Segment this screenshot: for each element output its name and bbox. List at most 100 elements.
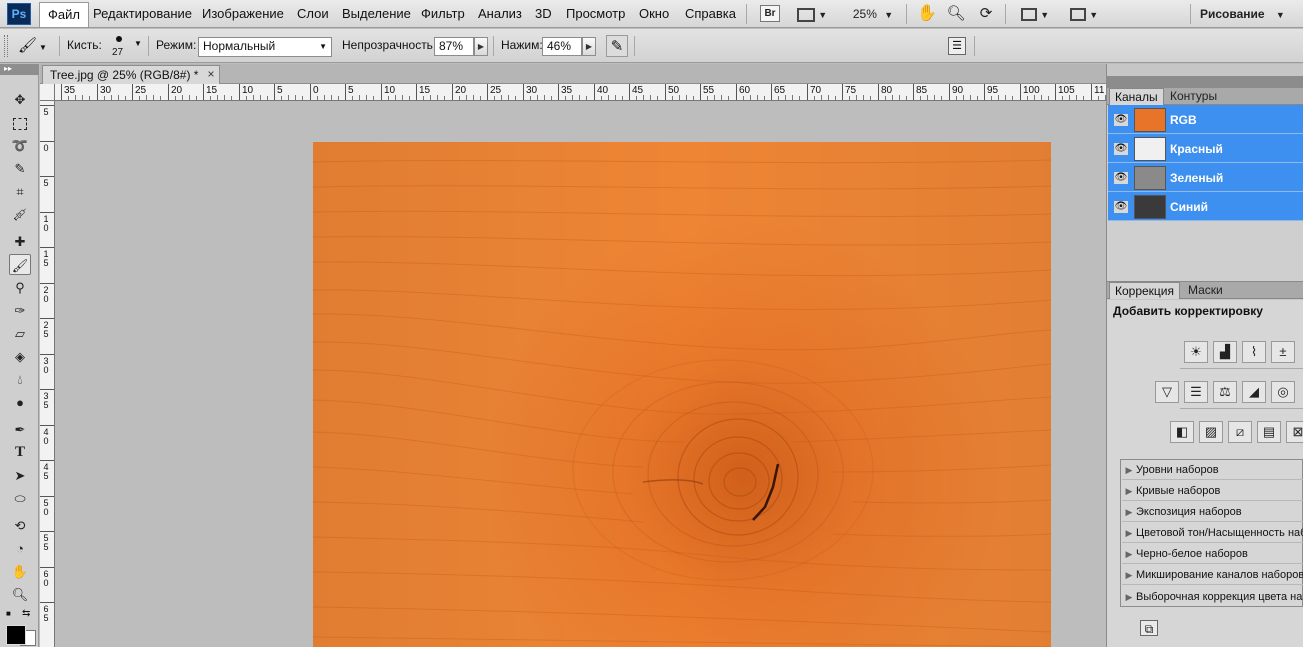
hue-saturation-icon[interactable]: ☰: [1184, 381, 1208, 403]
hand-tool-icon[interactable]: ✋: [9, 561, 31, 582]
preset-channel-mixer[interactable]: ▶ Микширование каналов наборов: [1122, 565, 1303, 585]
options-grip[interactable]: [4, 35, 8, 57]
flow-slider-button[interactable]: ▶: [582, 37, 596, 56]
ellipse-tool-icon[interactable]: ⬭: [9, 488, 31, 509]
adjustments-divider: [1180, 368, 1303, 369]
tab-masks[interactable]: Маски: [1183, 282, 1228, 299]
path-selection-tool-icon[interactable]: ➤: [9, 465, 31, 486]
preset-black-white[interactable]: ▶ Черно-белое наборов: [1122, 544, 1303, 564]
visibility-eye-icon[interactable]: 👁︎: [1114, 201, 1128, 213]
3d-orbit-tool-icon[interactable]: ◔: [9, 538, 31, 559]
close-icon[interactable]: ×: [205, 66, 217, 82]
history-brush-tool-icon[interactable]: ✑: [9, 300, 31, 321]
horizontal-ruler[interactable]: 35 30 25 20 15 10 5 0 5 10 15 20 25 30 35 40 45 50 55 60 65 7…: [55, 84, 1107, 101]
tab-channels[interactable]: Каналы: [1109, 88, 1164, 105]
ruler-minor-tick: [366, 95, 367, 100]
preset-levels[interactable]: ▶ Уровни наборов: [1122, 460, 1303, 480]
photo-filter-icon[interactable]: ◎: [1271, 381, 1295, 403]
arrange-documents-dropdown[interactable]: ▼: [1017, 4, 1053, 24]
quick-selection-tool-icon[interactable]: ✎: [9, 158, 31, 179]
hand-tool-icon[interactable]: ✋: [916, 4, 938, 24]
tab-adjustments[interactable]: Коррекция: [1109, 282, 1181, 299]
menu-filter[interactable]: Фильтр: [421, 0, 465, 27]
curves-icon[interactable]: ⌇: [1242, 341, 1266, 363]
tool-preset-picker[interactable]: 🖌︎ ▼: [18, 35, 54, 57]
spot-healing-tool-icon[interactable]: ✚: [9, 231, 31, 252]
screen-mode-dropdown[interactable]: ▼: [1066, 4, 1102, 24]
opacity-slider-button[interactable]: ▶: [474, 37, 488, 56]
brush-panel-icon[interactable]: ☰: [948, 37, 966, 55]
menu-edit[interactable]: Редактирование: [93, 0, 192, 27]
panel-dock-header[interactable]: [1107, 76, 1303, 88]
zoom-tool-icon[interactable]: 🔍︎: [9, 584, 31, 605]
visibility-eye-icon[interactable]: 👁︎: [1114, 114, 1128, 126]
type-tool-icon[interactable]: T: [9, 442, 31, 463]
exposure-icon[interactable]: ±: [1271, 341, 1295, 363]
vibrance-icon[interactable]: ▽: [1155, 381, 1179, 403]
preset-selective-color[interactable]: ▶Выборочная коррекция цвета наборов: [1122, 587, 1303, 607]
menu-select[interactable]: Выделение: [342, 0, 411, 27]
foreground-color-swatch[interactable]: [6, 625, 26, 645]
clone-stamp-tool-icon[interactable]: ⚲: [9, 277, 31, 298]
posterize-icon[interactable]: ▨: [1199, 421, 1223, 443]
zoom-dropdown[interactable]: 25% ▼: [850, 4, 896, 24]
levels-icon[interactable]: ▟: [1213, 341, 1237, 363]
black-white-icon[interactable]: ◢: [1242, 381, 1266, 403]
3d-rotate-tool-icon[interactable]: ⟲: [9, 515, 31, 536]
ruler-label: 20: [43, 285, 49, 304]
workspace-switcher[interactable]: Рисование ▼: [1200, 4, 1290, 24]
visibility-eye-icon[interactable]: 👁︎: [1114, 172, 1128, 184]
tools-collapse-icon[interactable]: ▸▸: [0, 64, 39, 75]
tab-paths[interactable]: Контуры: [1165, 88, 1222, 105]
vertical-ruler[interactable]: 505101520253035404550556065: [40, 101, 55, 647]
menu-help[interactable]: Справка: [685, 0, 736, 27]
menu-3d[interactable]: 3D: [535, 0, 552, 27]
pen-tool-icon[interactable]: ✒: [9, 419, 31, 440]
blend-mode-select[interactable]: Нормальный ▼: [198, 37, 332, 57]
brush-preset-picker[interactable]: 27 ▼: [108, 34, 144, 60]
menu-window[interactable]: Окно: [639, 0, 669, 27]
move-tool-icon[interactable]: ✥: [9, 89, 31, 110]
airbrush-icon[interactable]: ✎: [606, 35, 628, 57]
dodge-tool-icon[interactable]: ●: [9, 392, 31, 413]
flow-input[interactable]: 46%: [542, 37, 582, 56]
preset-hue-saturation[interactable]: ▶Цветовой тон/Насыщенность наборов: [1122, 523, 1303, 543]
threshold-icon[interactable]: ⧄: [1228, 421, 1252, 443]
swap-colors-icon[interactable]: ⇆: [22, 609, 34, 619]
rotate-view-icon[interactable]: ⟳: [975, 4, 997, 24]
default-colors-icon[interactable]: ■: [6, 610, 14, 618]
document-image[interactable]: [313, 142, 1051, 647]
lasso-tool-icon[interactable]: ➰: [9, 135, 31, 156]
ruler-label: 100: [1023, 85, 1040, 96]
opacity-input[interactable]: 87%: [434, 37, 474, 56]
preset-exposure[interactable]: ▶ Экспозиция наборов: [1122, 502, 1303, 522]
menu-separator: [1005, 4, 1006, 24]
crop-tool-icon[interactable]: ⌗: [9, 181, 31, 202]
blur-tool-icon[interactable]: 💧︎: [9, 369, 31, 390]
menu-analysis[interactable]: Анализ: [478, 0, 522, 27]
eraser-tool-icon[interactable]: ▱: [9, 323, 31, 344]
paint-bucket-tool-icon[interactable]: ◈: [9, 346, 31, 367]
visibility-eye-icon[interactable]: 👁︎: [1114, 143, 1128, 155]
menu-view[interactable]: Просмотр: [566, 0, 625, 27]
return-to-list-icon[interactable]: ⧉: [1140, 620, 1158, 636]
brightness-contrast-icon[interactable]: ☀: [1184, 341, 1208, 363]
eyedropper-tool-icon[interactable]: 💉︎: [9, 204, 31, 225]
menu-layers[interactable]: Слои: [297, 0, 329, 27]
bridge-button[interactable]: Br: [760, 5, 780, 22]
color-balance-icon[interactable]: ⚖: [1213, 381, 1237, 403]
extras-dropdown[interactable]: ▼: [795, 4, 829, 24]
menu-image[interactable]: Изображение: [202, 0, 284, 27]
ruler-label: 5: [43, 107, 49, 117]
marquee-tool-icon[interactable]: [9, 112, 31, 133]
preset-curves[interactable]: ▶ Кривые наборов: [1122, 481, 1303, 501]
ruler-origin[interactable]: [40, 84, 55, 101]
ruler-label: 60: [43, 569, 49, 588]
document-tab[interactable]: Tree.jpg @ 25% (RGB/8#) *: [42, 65, 220, 84]
menu-file[interactable]: Файл: [39, 2, 89, 27]
invert-icon[interactable]: ◧: [1170, 421, 1194, 443]
zoom-tool-icon[interactable]: 🔍︎: [945, 4, 967, 24]
brush-tool-icon[interactable]: 🖌︎: [9, 254, 31, 275]
gradient-map-icon[interactable]: ▤: [1257, 421, 1281, 443]
selective-color-icon[interactable]: ⊠: [1286, 421, 1303, 443]
